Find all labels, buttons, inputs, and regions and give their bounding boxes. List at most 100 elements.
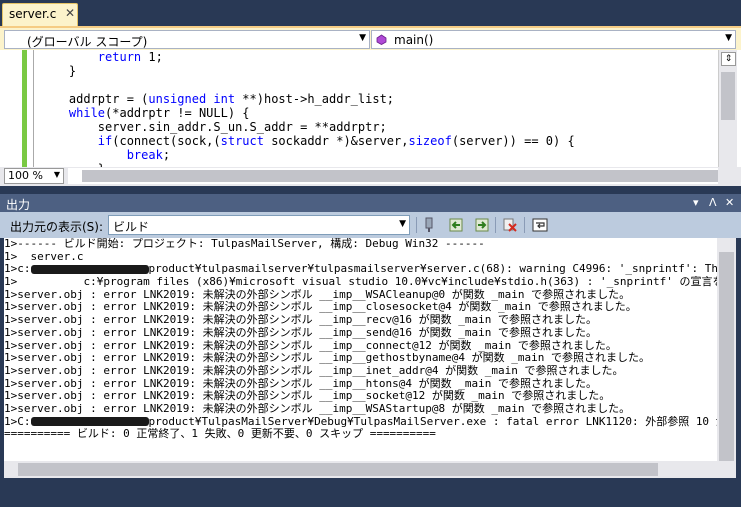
method-icon [376,34,387,45]
code-line: } [40,64,716,78]
code-line: break; [40,148,716,162]
code-token: } [40,64,77,78]
output-text-segment: 1>server.obj : error LNK2019: 未解決の外部シンボル… [4,314,597,327]
code-line: if(connect(sock,(struct sockaddr *)&serv… [40,134,716,148]
output-text[interactable]: 1>------ ビルド開始: プロジェクト: TulpasMailServer… [4,238,717,461]
chevron-down-icon: ▼ [399,219,406,229]
output-text-segment: 1>server.obj : error LNK2019: 未解決の外部シンボル… [4,402,631,415]
scope-dropdown-value: (グローバル スコープ) [27,35,148,49]
code-text[interactable]: return 1; } addrptr = (unsigned int **)h… [40,50,716,167]
chevron-down-icon: ▼ [725,33,732,43]
output-text-segment: 1>c: [4,263,31,276]
scroll-thumb[interactable] [719,252,734,462]
find-message-icon[interactable] [420,216,438,234]
code-token: addrptr = ( [40,92,149,106]
chevron-down-icon: ▼ [359,33,366,43]
source-label: 出力元の表示(S): [10,220,104,234]
output-text-segment: 1> c:¥program files (x86)¥microsoft visu… [4,276,717,289]
code-area[interactable]: return 1; } addrptr = (unsigned int **)h… [0,50,741,167]
output-text-segment: 1>server.obj : error LNK2019: 未解決の外部シンボル… [4,390,611,403]
navigation-bar: (グローバル スコープ) ▼ main() ▼ [0,26,741,50]
pin-icon[interactable]: ᐱ [709,196,717,209]
keyword-token: break [126,148,163,162]
code-line: server.sin_addr.S_un.S_addr = **addrptr; [40,120,716,134]
code-line: addrptr = (unsigned int **)host->h_addr_… [40,92,716,106]
output-line: 1>server.obj : error LNK2019: 未解決の外部シンボル… [4,390,717,403]
redacted-path [30,264,149,274]
change-tracking-bar [22,50,27,167]
output-toolbar: 出力元の表示(S): ビルド ▼ [0,212,741,238]
toolbar-separator [495,217,496,233]
output-line: 1>------ ビルド開始: プロジェクト: TulpasMailServer… [4,238,717,251]
scroll-thumb[interactable] [82,170,718,182]
tab-label: server.c [9,7,57,21]
output-line: 1>server.obj : error LNK2019: 未解決の外部シンボル… [4,301,717,314]
output-text-segment: 1>server.obj : error LNK2019: 未解決の外部シンボル… [4,326,597,339]
scope-dropdown[interactable]: (グローバル スコープ) ▼ [4,30,370,49]
output-vertical-scrollbar[interactable] [717,238,736,462]
output-line: 1>server.obj : error LNK2019: 未解決の外部シンボル… [4,403,717,416]
output-line: 1>server.obj : error LNK2019: 未解決の外部シンボル… [4,378,717,391]
output-text-segment: 1>server.obj : error LNK2019: 未解決の外部シンボル… [4,301,637,314]
zoom-dropdown[interactable]: 100 % ▼ [4,168,64,184]
code-token: (connect(sock,( [112,134,221,148]
member-dropdown[interactable]: main() ▼ [371,30,736,49]
next-message-icon[interactable] [472,216,490,234]
output-line: 1>c: product¥tulpasmailserver¥tulpasmails… [4,263,717,276]
code-line: return 1; [40,50,716,64]
output-line: 1> server.c [4,251,717,264]
code-token: server.sin_addr.S_un.S_addr = **addrptr; [40,120,387,134]
scroll-thumb[interactable] [721,72,735,120]
code-token: sockaddr *)&server, [263,134,409,148]
previous-message-icon[interactable] [448,216,466,234]
code-token: (*addrptr != NULL) { [105,106,250,120]
outlining-line [33,50,34,167]
close-icon[interactable]: ✕ [725,196,734,209]
output-source-dropdown[interactable]: ビルド ▼ [108,215,410,235]
toolbar-separator [416,217,417,233]
output-text-segment: product¥tulpasmailserver¥tulpasmailserve… [148,263,718,276]
redacted-path [30,417,149,427]
keyword-token: while [68,106,106,120]
scroll-thumb[interactable] [18,463,658,476]
output-text-segment: 1>server.obj : error LNK2019: 未解決の外部シンボル… [4,288,631,301]
close-icon[interactable]: ✕ [65,6,75,20]
output-text-segment: ========== ビルド: 0 正常終了、1 失敗、0 更新不要、0 スキッ… [4,428,436,441]
output-line: 1>C: product¥TulpasMailServer¥Debug¥Tulpa… [4,416,717,429]
word-wrap-icon[interactable] [531,216,549,234]
keyword-token: unsigned int [148,92,236,106]
code-editor: server.c ✕ (グローバル スコープ) ▼ main() ▼ retur… [0,0,741,190]
tab-server-c[interactable]: server.c ✕ [2,3,78,26]
pane-title: 出力 [6,198,31,212]
output-line: 1>server.obj : error LNK2019: 未解決の外部シンボル… [4,314,717,327]
output-horizontal-scrollbar[interactable] [4,461,717,478]
editor-bottom-bar: 100 % ▼ [0,167,741,186]
code-token: **)host->h_addr_list; [235,92,395,106]
splitter-icon[interactable]: ⇕ [721,52,736,66]
editor-vertical-scrollbar[interactable]: ⇕ [718,50,737,167]
member-dropdown-value: main() [394,33,434,47]
clear-all-icon[interactable] [501,216,519,234]
scrollbar-corner [717,461,736,478]
document-tab-strip: server.c ✕ [0,0,741,26]
output-line: 1>server.obj : error LNK2019: 未解決の外部シンボル… [4,340,717,353]
output-text-segment: 1>C: [4,415,31,428]
code-token: 1; [141,50,163,64]
output-text-segment: 1> server.c [4,250,84,263]
keyword-token: return [97,50,142,64]
output-line: 1>server.obj : error LNK2019: 未解決の外部シンボル… [4,352,717,365]
window-position-icon[interactable]: ▾ [693,196,699,209]
output-text-segment: 1>server.obj : error LNK2019: 未解決の外部シンボル… [4,377,597,390]
keyword-token: if [97,134,113,148]
chevron-down-icon: ▼ [53,170,60,179]
output-text-segment: 1>server.obj : error LNK2019: 未解決の外部シンボル… [4,352,650,365]
code-token: ; [162,148,171,162]
output-line: 1>server.obj : error LNK2019: 未解決の外部シンボル… [4,289,717,302]
output-text-segment: 1>------ ビルド開始: プロジェクト: TulpasMailServer… [4,238,485,250]
code-line: while(*addrptr != NULL) { [40,106,716,120]
